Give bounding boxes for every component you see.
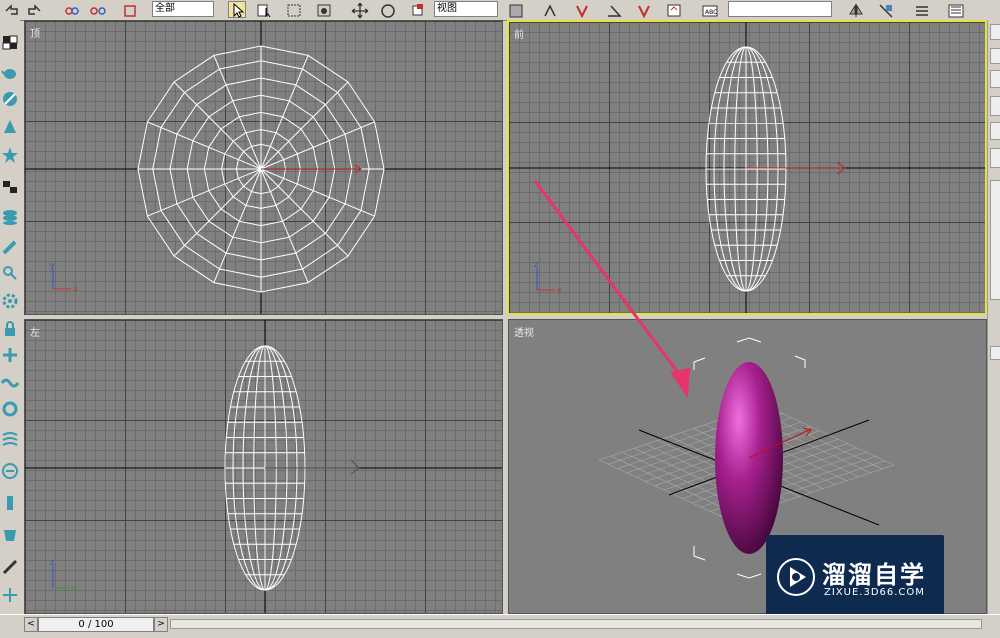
pen-icon[interactable] xyxy=(1,238,19,256)
select-manipulate-icon[interactable] xyxy=(540,1,558,18)
stack-icon[interactable] xyxy=(1,208,19,226)
bottle-icon[interactable] xyxy=(1,462,19,480)
plane-icon[interactable] xyxy=(1,178,19,196)
watermark-url: ZIXUE.3D66.COM xyxy=(824,587,925,598)
align-icon[interactable] xyxy=(876,1,894,18)
svg-text:x: x xyxy=(557,285,562,294)
watermark-badge: 溜溜自学 ZIXUE.3D66.COM xyxy=(766,535,944,620)
axis-tripod: z y xyxy=(50,558,76,592)
pencil-icon[interactable] xyxy=(1,558,19,576)
rope-icon[interactable] xyxy=(1,430,19,448)
svg-text:x: x xyxy=(73,284,78,293)
cone-icon[interactable] xyxy=(1,118,19,136)
panel-field[interactable] xyxy=(990,96,1000,116)
main-toolbar: 全部 视图 ABC xyxy=(0,0,1000,21)
link-icon[interactable] xyxy=(62,1,80,18)
panel-tab-modify[interactable] xyxy=(990,48,1000,64)
axis-tripod: y x xyxy=(50,261,78,293)
wave-icon[interactable] xyxy=(0,374,20,392)
command-panel-edge xyxy=(987,20,1000,616)
time-slider[interactable]: 0 / 100 xyxy=(38,617,154,632)
layer-icon[interactable] xyxy=(912,1,930,18)
snap-icon[interactable] xyxy=(572,1,590,19)
unlink-icon[interactable] xyxy=(88,1,106,18)
panel-field[interactable] xyxy=(990,148,1000,168)
mirror-icon[interactable] xyxy=(846,1,864,18)
window-cross-icon[interactable] xyxy=(314,1,332,18)
axis-tripod: z x xyxy=(534,260,562,294)
panel-tab-create[interactable] xyxy=(990,24,1000,40)
left-command-strip xyxy=(0,20,20,630)
rect-select-icon[interactable] xyxy=(284,1,302,18)
prev-frame-button[interactable]: < xyxy=(24,617,38,632)
ring-icon[interactable] xyxy=(1,400,19,418)
svg-text:y: y xyxy=(71,583,76,592)
timeline-track[interactable] xyxy=(170,619,982,629)
curve-editor-icon[interactable] xyxy=(946,1,964,18)
panel-field[interactable] xyxy=(990,70,1000,88)
shape-icon[interactable] xyxy=(1,264,19,282)
next-frame-button[interactable]: > xyxy=(154,617,168,632)
edit-named-sel-icon[interactable]: ABC xyxy=(700,1,718,18)
angle-snap-icon[interactable] xyxy=(604,1,622,18)
rotate-icon[interactable] xyxy=(378,1,396,18)
selection-filter-dropdown[interactable]: 全部 xyxy=(152,1,214,17)
redo-icon[interactable] xyxy=(24,1,42,18)
named-selection-sets-dropdown[interactable] xyxy=(728,1,832,17)
svg-text:y: y xyxy=(50,261,55,270)
panel-scrollbar[interactable] xyxy=(990,180,1000,300)
torus-icon[interactable] xyxy=(1,526,19,544)
svg-text:z: z xyxy=(534,260,538,269)
select-by-name-icon[interactable] xyxy=(254,1,272,18)
percent-snap-icon[interactable] xyxy=(634,1,652,19)
spinner-snap-icon[interactable] xyxy=(664,1,682,18)
time-slider-bar: < 0 / 100 > xyxy=(0,614,1000,638)
viewport-left[interactable]: 左 z y xyxy=(24,319,503,614)
sphere-icon[interactable] xyxy=(1,90,19,108)
svg-text:ABC: ABC xyxy=(705,9,717,16)
bind-icon[interactable] xyxy=(120,1,138,18)
scale-icon[interactable] xyxy=(408,1,426,18)
star-icon[interactable] xyxy=(1,146,19,164)
light-icon[interactable] xyxy=(1,586,19,604)
tube-icon[interactable] xyxy=(1,346,19,364)
flag-icon[interactable] xyxy=(1,494,19,512)
undo-icon[interactable] xyxy=(2,1,20,18)
move-icon[interactable] xyxy=(350,1,369,19)
viewport-top[interactable]: 顶 y x xyxy=(24,20,503,315)
viewport-front[interactable]: 前 z x xyxy=(507,20,987,315)
gear-icon[interactable] xyxy=(1,292,19,310)
teapot-icon[interactable] xyxy=(1,64,19,82)
lock-icon[interactable] xyxy=(1,320,19,338)
pivot-icon[interactable] xyxy=(506,1,524,18)
reference-coord-dropdown[interactable]: 视图 xyxy=(434,1,498,17)
play-logo-icon xyxy=(777,558,815,596)
watermark-title: 溜溜自学 xyxy=(822,561,926,589)
svg-text:z: z xyxy=(50,558,54,567)
select-icon[interactable] xyxy=(228,1,246,18)
panel-button[interactable] xyxy=(990,346,1000,360)
panel-field[interactable] xyxy=(990,122,1000,140)
box-icon[interactable] xyxy=(1,32,19,50)
viewport-label[interactable]: 透视 xyxy=(514,324,534,339)
